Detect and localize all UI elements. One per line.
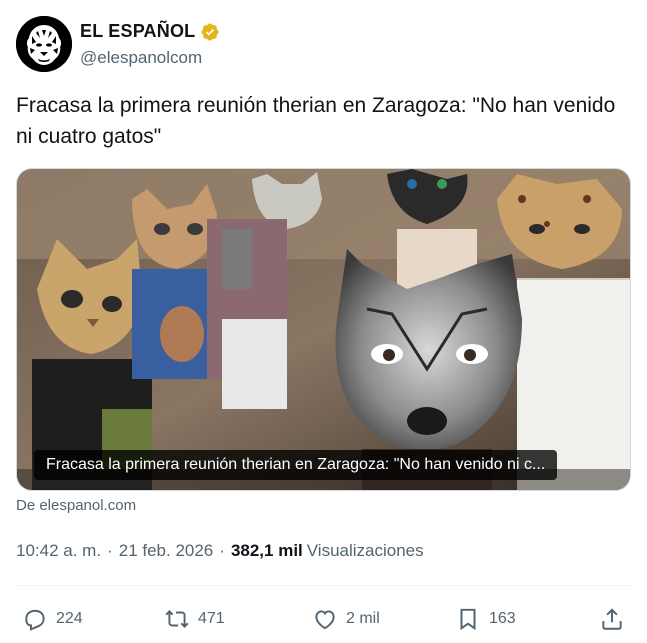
display-name[interactable]: EL ESPAÑOL	[80, 21, 195, 42]
like-button[interactable]: 2 mil	[312, 606, 380, 632]
tweet-text: Fracasa la primera reunión therian en Za…	[16, 94, 616, 148]
lion-logo-icon	[16, 16, 72, 72]
bookmark-button[interactable]: 163	[455, 606, 516, 632]
action-bar: 224 471 2 mil 163	[16, 600, 631, 640]
bookmark-icon	[460, 608, 476, 631]
reply-count: 224	[56, 610, 83, 627]
link-card[interactable]: Fracasa la primera reunión therian en Za…	[16, 168, 631, 491]
repost-icon	[165, 610, 189, 628]
meta-separator: ·	[219, 541, 225, 560]
share-button[interactable]	[599, 606, 625, 632]
like-icon	[315, 610, 335, 630]
like-count: 2 mil	[346, 610, 380, 627]
tweet-date[interactable]: 21 feb. 2026	[119, 541, 214, 561]
tweet-meta: 10:42 a. m. · 21 feb. 2026 · 382,1 mil V…	[16, 541, 424, 561]
reply-button[interactable]: 224	[22, 606, 83, 632]
avatar[interactable]	[16, 16, 72, 72]
divider	[16, 585, 631, 586]
bookmark-count: 163	[489, 610, 516, 627]
repost-count: 471	[198, 610, 225, 627]
meta-separator: ·	[107, 541, 113, 560]
card-caption: Fracasa la primera reunión therian en Za…	[34, 450, 558, 480]
name-row: EL ESPAÑOL	[80, 21, 220, 42]
user-handle[interactable]: @elespanolcom	[80, 48, 202, 68]
verified-badge-icon[interactable]	[200, 22, 220, 42]
card-source-link[interactable]: De elespanol.com	[16, 497, 136, 514]
views-label: Visualizaciones	[306, 541, 424, 560]
repost-button[interactable]: 471	[164, 606, 225, 632]
tweet-header: EL ESPAÑOL @elespanolcom	[16, 16, 631, 72]
reply-icon	[25, 609, 45, 631]
share-icon	[602, 608, 622, 630]
tweet-time[interactable]: 10:42 a. m.	[16, 541, 101, 561]
card-image	[17, 169, 630, 490]
views-count: 382,1 mil	[230, 541, 303, 560]
